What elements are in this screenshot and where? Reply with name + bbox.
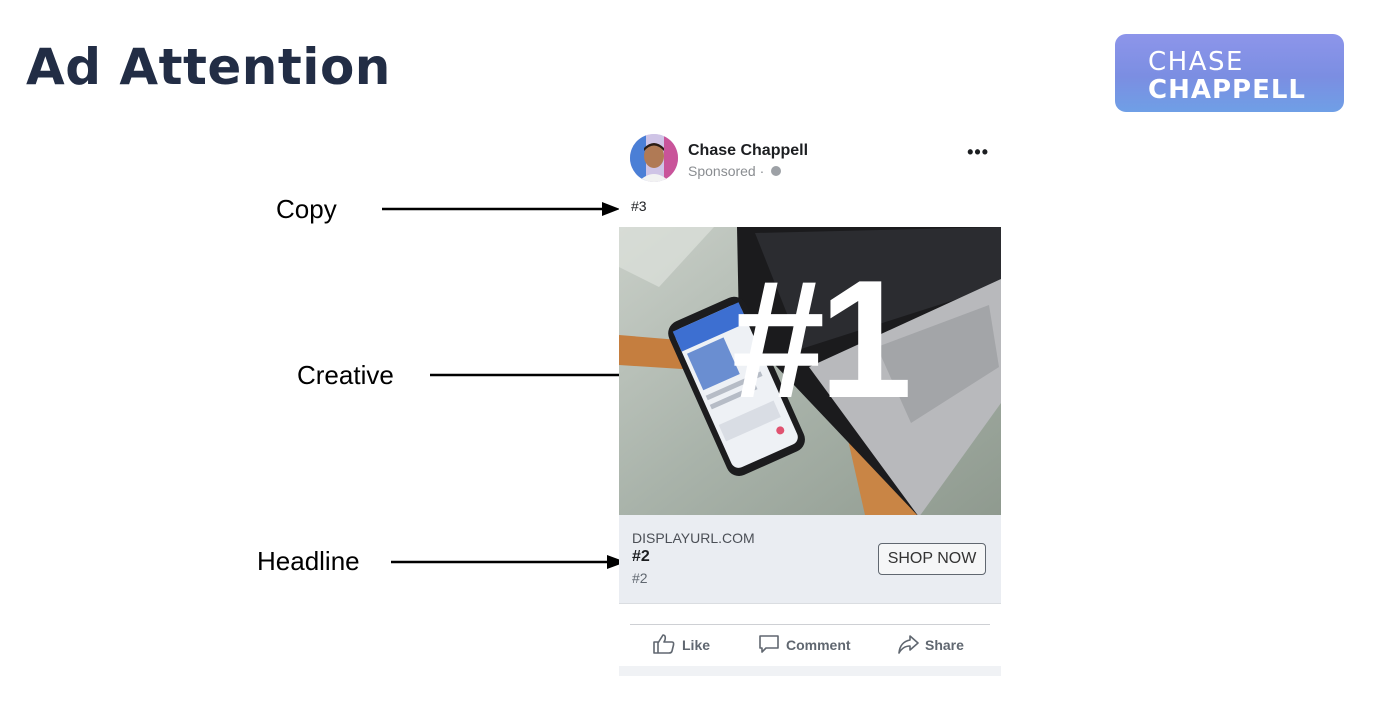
ad-description: #2 — [632, 570, 648, 586]
comment-label: Comment — [786, 637, 851, 653]
annotation-creative-label: Creative — [297, 360, 394, 390]
creative-placeholder-label: #1 — [731, 245, 913, 433]
avatar[interactable] — [630, 134, 678, 182]
like-label: Like — [682, 637, 711, 653]
annotation-headline-arrow — [391, 555, 626, 569]
more-options-button[interactable]: ••• — [967, 142, 989, 163]
share-label: Share — [925, 637, 964, 653]
post-actions-bar: Like Comment Share — [630, 624, 990, 669]
annotation-headline-label: Headline — [257, 546, 360, 576]
logo-line-1: CHASE — [1148, 47, 1244, 77]
post-copy-text: #3 — [631, 198, 647, 214]
link-preview-bar[interactable]: DISPLAYURL.COM #2 #2 SHOP NOW — [619, 515, 1001, 604]
post-author-name[interactable]: Chase Chappell — [688, 142, 808, 160]
brand-logo: CHASE CHAPPELL — [1115, 34, 1344, 112]
slide-title: Ad Attention — [26, 38, 391, 96]
comment-button[interactable]: Comment — [758, 633, 851, 655]
facebook-ad-post: Chase Chappell Sponsored · ••• #3 #1 DIS… — [619, 128, 1001, 676]
annotation-copy-arrow — [382, 202, 620, 216]
ad-headline: #2 — [632, 548, 650, 565]
share-icon — [898, 635, 919, 654]
sponsored-label: Sponsored · — [688, 163, 782, 179]
globe-icon — [771, 166, 782, 176]
logo-line-2: CHAPPELL — [1148, 75, 1306, 105]
share-button[interactable]: Share — [897, 633, 964, 655]
post-footer-strip — [619, 666, 1001, 676]
display-url: DISPLAYURL.COM — [632, 530, 755, 546]
shop-now-button[interactable]: SHOP NOW — [878, 543, 986, 575]
annotation-copy-label: Copy — [276, 194, 337, 224]
like-button[interactable]: Like — [652, 633, 710, 655]
ad-creative-image[interactable]: #1 — [619, 227, 1001, 515]
thumbs-up-icon — [653, 634, 675, 654]
comment-icon — [759, 635, 779, 653]
sponsored-text: Sponsored · — [688, 163, 769, 179]
